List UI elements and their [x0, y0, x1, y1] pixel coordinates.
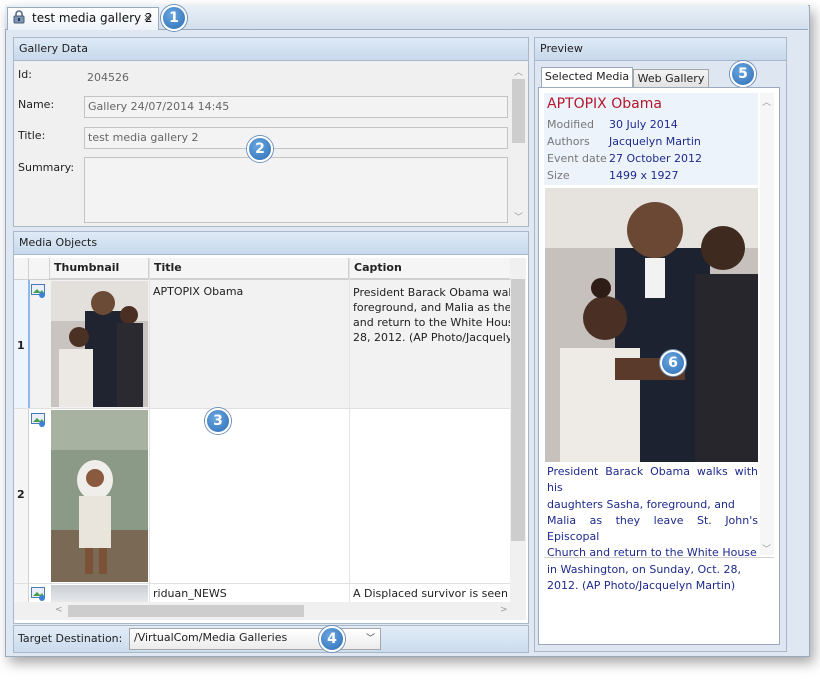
callout-marker: 4	[319, 626, 345, 652]
target-destination-value: /VirtualCom/Media Galleries	[134, 631, 288, 644]
thumbnail-image	[51, 281, 148, 407]
gallery-data-header: Gallery Data	[14, 38, 528, 61]
caption-line: Church and return to the White House	[547, 546, 757, 560]
row-title: APTOPIX Obama	[153, 285, 244, 298]
callout-marker: 1	[161, 5, 187, 31]
preview-header: Preview	[535, 38, 786, 61]
row-caption: President Barack Obama walk foreground, …	[353, 285, 510, 405]
meta-label: Event date	[547, 152, 607, 165]
preview-caption: President Barack Obama walks with his da…	[547, 464, 758, 594]
meta-value: Jacquelyn Martin	[609, 135, 701, 148]
preview-image	[545, 188, 758, 462]
document-tab-title: test media gallery 2	[32, 11, 153, 25]
preview-scrollbar[interactable]	[760, 93, 774, 555]
id-value: 204526	[87, 71, 129, 84]
media-grid-vertical-scroll-thumb[interactable]	[511, 279, 525, 541]
title-field[interactable]: test media gallery 2	[84, 127, 508, 149]
media-grid-horizontal-scroll-thumb[interactable]	[68, 605, 304, 617]
row-header[interactable]	[14, 584, 29, 602]
scroll-right-arrow-icon[interactable]: >	[500, 605, 508, 615]
callout-marker: 6	[660, 350, 686, 376]
caption-line: 2012. (AP Photo/Jacquelyn Martin)	[547, 579, 736, 593]
column-divider	[349, 258, 350, 602]
name-field[interactable]: Gallery 24/07/2014 14:45	[84, 96, 508, 118]
column-header-title[interactable]: Title	[150, 258, 349, 279]
meta-label: Size	[547, 169, 570, 182]
callout-marker: 2	[247, 136, 273, 162]
image-type-icon	[31, 413, 45, 427]
scroll-up-arrow-icon[interactable]: ︿	[762, 95, 771, 108]
column-divider	[149, 258, 150, 602]
gallery-data-scroll-thumb[interactable]	[512, 79, 525, 143]
lock-icon	[13, 10, 25, 24]
callout-marker: 5	[730, 61, 756, 87]
image-type-icon	[31, 284, 45, 298]
chevron-down-icon[interactable]: ﹀	[366, 631, 375, 644]
preview-divider	[544, 557, 774, 558]
thumbnail-image	[51, 585, 148, 602]
grid-icon-column-header	[28, 258, 50, 279]
row-number: 2	[17, 488, 25, 501]
scroll-down-arrow-icon[interactable]: ﹀	[762, 542, 771, 555]
caption-line: daughters Sasha, foreground, and	[547, 497, 735, 511]
id-label: Id:	[18, 68, 32, 81]
close-tab-icon[interactable]: ×	[143, 11, 152, 24]
meta-value: 27 October 2012	[609, 152, 703, 165]
scroll-left-arrow-icon[interactable]: <	[55, 605, 63, 615]
grid-corner	[14, 258, 29, 279]
callout-marker: 3	[205, 408, 231, 434]
summary-field[interactable]	[84, 157, 508, 223]
title-label: Title:	[18, 129, 46, 142]
name-label: Name:	[18, 98, 55, 111]
meta-label: Authors	[547, 135, 590, 148]
thumbnail-image	[51, 410, 148, 582]
caption-line: President Barack Obama walks with his	[547, 465, 758, 495]
target-destination-label: Target Destination:	[18, 632, 123, 645]
caption-line: Malia as they leave St. John's Episcopal	[547, 513, 758, 544]
row-caption: A Displaced survivor is seen o	[353, 587, 510, 600]
column-header-caption[interactable]: Caption	[350, 258, 512, 279]
caption-line: 28, 2012. (AP Photo/Jacquelyn	[353, 331, 510, 344]
column-header-thumbnail[interactable]: Thumbnail	[50, 258, 149, 279]
tab-selected-media[interactable]: Selected Media	[541, 67, 633, 88]
caption-line: and return to the White House	[353, 316, 510, 329]
meta-value: 30 July 2014	[609, 118, 678, 131]
scroll-down-arrow-icon[interactable]: ﹀	[514, 210, 523, 223]
tab-web-gallery[interactable]: Web Gallery	[633, 69, 709, 89]
scroll-up-arrow-icon[interactable]: ︿	[514, 65, 523, 78]
meta-value: 1499 x 1927	[609, 169, 679, 182]
caption-line: in Washington, on Sunday, Oct. 28,	[547, 562, 742, 576]
meta-label: Modified	[547, 118, 594, 131]
row-title: riduan_NEWS	[153, 587, 227, 600]
image-type-icon	[31, 587, 45, 601]
caption-line: President Barack Obama walk	[353, 286, 510, 299]
media-objects-header: Media Objects	[14, 232, 528, 255]
media-title: APTOPIX Obama	[547, 96, 662, 112]
caption-line: foreground, and Malia as they	[353, 301, 510, 314]
summary-label: Summary:	[18, 161, 75, 174]
row-number: 1	[17, 339, 25, 352]
